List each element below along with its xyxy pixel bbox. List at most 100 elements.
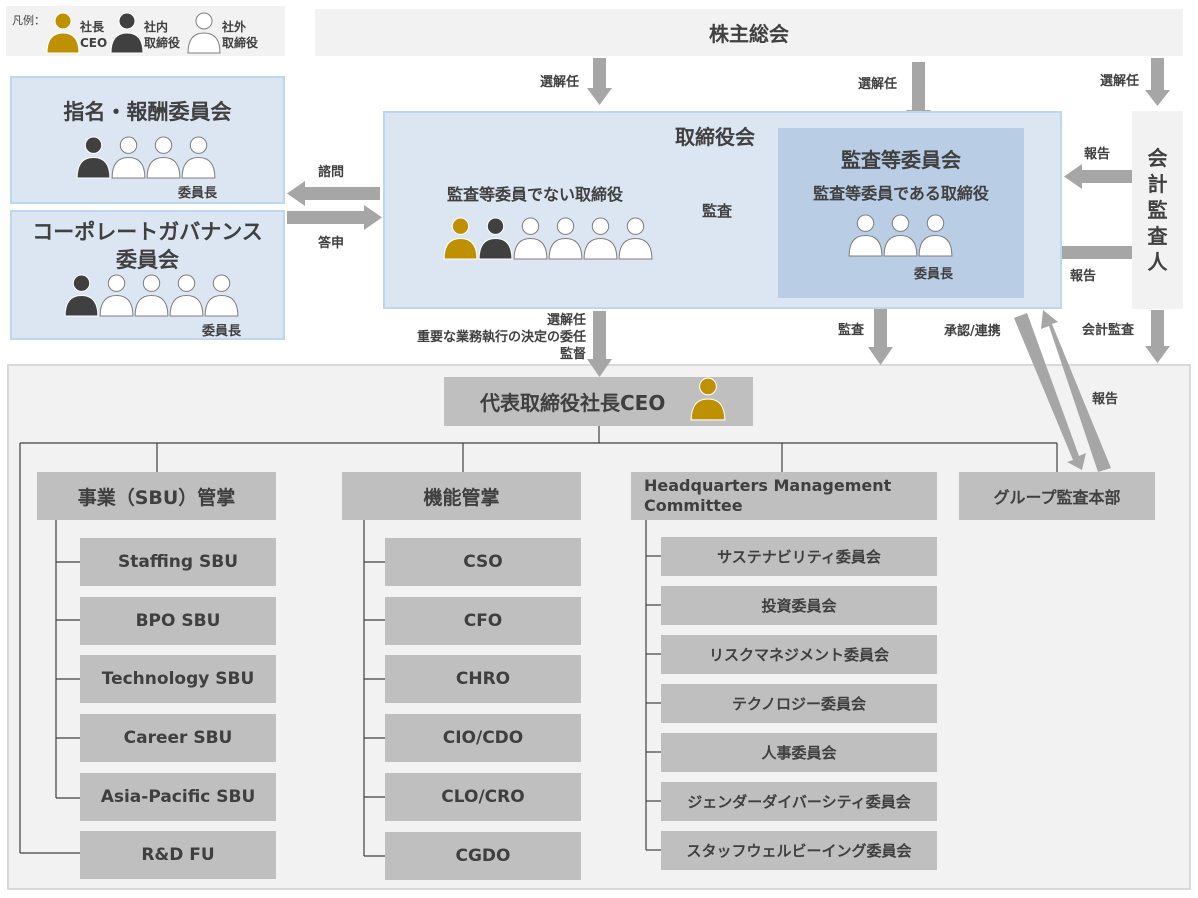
governance-committee-title-line1: コーポレートガバナンス	[32, 220, 263, 244]
board-down-label: 選解任 重要な業務執行の決定の委任 監督	[394, 312, 586, 363]
audit-committee-members	[848, 214, 953, 257]
business-item-4-label: Career SBU	[123, 728, 233, 748]
external-director-person-icon	[848, 214, 883, 257]
business-item-rd: R&D FU	[80, 831, 276, 879]
internal-director-person-icon	[64, 274, 99, 317]
auditor-char-4: 査	[1147, 224, 1168, 248]
shareholders-meeting: 株主総会	[315, 9, 1183, 56]
external-director-person-icon	[513, 217, 548, 260]
audit-committee: 監査等委員会 監査等委員である取締役 委員長	[778, 128, 1024, 298]
governance-committee-title: コーポレートガバナンス 委員会	[12, 218, 283, 274]
external-director-person-icon	[99, 274, 134, 317]
report-mid-label: 報告	[1070, 269, 1097, 284]
external-director-person-icon	[146, 136, 181, 179]
hq-item-1-label: サステナビリティ委員会	[717, 548, 881, 566]
audit-committee-subtitle: 監査等委員である取締役	[813, 184, 989, 203]
hq-item-5: 人事委員会	[661, 733, 937, 772]
board-down-line1: 選解任	[546, 313, 586, 328]
functions-group-title: 機能管掌	[423, 486, 500, 509]
hq-item-3-label: リスクマネジメント委員会	[708, 646, 889, 664]
legend-external-person-icon	[187, 12, 221, 54]
hq-item-6: ジェンダーダイバーシティ委員会	[661, 782, 937, 821]
nomination-committee: 指名・報酬委員会 委員長	[10, 76, 285, 204]
hq-item-2-label: 投資委員会	[761, 597, 837, 615]
hq-item-4: テクノロジー委員会	[661, 684, 937, 723]
legend-external-line2: 取締役	[222, 36, 259, 50]
shareholders-meeting-title: 株主総会	[709, 22, 789, 46]
external-director-person-icon	[548, 217, 583, 260]
hq-item-7-label: スタッフウェルビーイング委員会	[686, 842, 912, 860]
legend-external-line1: 社外	[222, 20, 247, 34]
function-item-4: CIO/CDO	[385, 714, 581, 762]
function-item-1: CSO	[385, 538, 581, 586]
functions-group-header: 機能管掌	[342, 472, 581, 520]
external-director-person-icon	[618, 217, 653, 260]
business-item-2: BPO SBU	[80, 597, 276, 645]
audit-internal-label: 監査	[702, 202, 733, 220]
external-director-person-icon	[883, 214, 918, 257]
external-director-person-icon	[204, 274, 239, 317]
function-item-6-label: CGDO	[455, 846, 511, 866]
function-item-5: CLO/CRO	[385, 773, 581, 821]
internal-director-person-icon	[76, 136, 111, 179]
governance-committee-chair: 委員長	[202, 324, 242, 339]
account-audit-label: 会計監査	[1082, 323, 1135, 338]
function-item-2: CFO	[385, 597, 581, 645]
business-item-4: Career SBU	[80, 714, 276, 762]
internal-director-person-icon	[478, 217, 513, 260]
nomination-committee-members	[76, 136, 216, 179]
auditor-char-3: 監	[1147, 198, 1168, 222]
hq-committee-title: Headquarters Management Committee	[644, 476, 891, 516]
hq-item-7: スタッフウェルビーイング委員会	[661, 831, 937, 870]
legend-ceo-line1: 社長	[80, 20, 105, 34]
nomination-committee-title: 指名・報酬委員会	[63, 100, 232, 124]
governance-committee: コーポレートガバナンス 委員会 委員長	[10, 210, 285, 340]
external-director-person-icon	[181, 136, 216, 179]
hq-item-6-label: ジェンダーダイバーシティ委員会	[687, 793, 911, 811]
auditor-char-5: 人	[1147, 250, 1168, 274]
hq-committee-title-line2: Committee	[644, 496, 743, 515]
function-item-1-label: CSO	[463, 552, 503, 572]
legend-internal-label: 社内 取締役	[144, 19, 180, 51]
accounting-auditor: 会 計 監 査 人	[1132, 111, 1183, 309]
external-director-person-icon	[169, 274, 204, 317]
function-item-4-label: CIO/CDO	[442, 728, 524, 748]
legend-internal-line1: 社内	[144, 20, 169, 34]
board-down-line3: 監督	[559, 347, 586, 362]
governance-committee-title-line2: 委員会	[116, 248, 179, 272]
function-item-3: CHRO	[385, 655, 581, 703]
external-director-person-icon	[583, 217, 618, 260]
approval-label: 承認/連携	[944, 324, 1001, 339]
legend-ceo-label: 社長 CEO	[80, 19, 107, 51]
hq-item-3: リスクマネジメント委員会	[661, 635, 937, 674]
ceo-box-title: 代表取締役社長CEO	[480, 391, 666, 415]
legend-internal-line2: 取締役	[144, 36, 181, 50]
audit-committee-title: 監査等委員会	[841, 148, 961, 172]
answer-label: 答申	[318, 236, 345, 251]
business-item-5-label: Asia-Pacific SBU	[100, 787, 256, 807]
auditor-char-2: 計	[1147, 172, 1168, 196]
board-down-line2: 重要な業務執行の決定の委任	[416, 330, 586, 345]
external-director-person-icon	[111, 136, 146, 179]
business-item-rd-label: R&D FU	[141, 845, 215, 865]
non-audit-directors-label: 監査等委員でない取締役	[447, 185, 624, 204]
legend-ceo-person-icon	[46, 12, 80, 54]
hq-item-5-label: 人事委員会	[761, 744, 837, 762]
function-item-2-label: CFO	[463, 611, 503, 631]
consult-label: 諮問	[318, 165, 345, 180]
hq-item-2: 投資委員会	[661, 586, 937, 625]
board-title: 取締役会	[675, 125, 755, 149]
external-director-person-icon	[918, 214, 953, 257]
non-audit-directors-members	[443, 217, 653, 260]
business-item-1-label: Staffing SBU	[118, 552, 238, 572]
legend-internal-person-icon	[110, 12, 144, 54]
business-item-5: Asia-Pacific SBU	[80, 773, 276, 821]
hq-item-4-label: テクノロジー委員会	[731, 695, 867, 713]
audit-down-label: 監査	[838, 323, 865, 338]
hq-committee-header: Headquarters Management Committee	[631, 472, 937, 520]
business-group-header: 事業（SBU）管掌	[37, 472, 276, 520]
function-item-6: CGDO	[385, 832, 581, 880]
group-audit-department-label: グループ監査本部	[993, 488, 1121, 507]
report-bottom-label: 報告	[1092, 392, 1119, 407]
report-top-label: 報告	[1084, 147, 1111, 162]
